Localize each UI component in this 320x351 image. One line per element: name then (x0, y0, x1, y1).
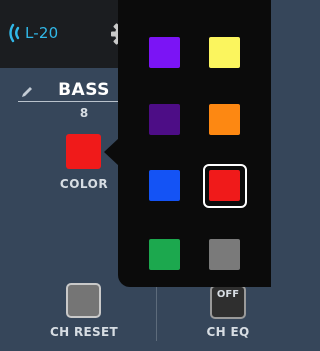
ch-eq-label: CH EQ (206, 325, 250, 339)
ch-reset-label: CH RESET (50, 325, 118, 339)
color-label: COLOR (59, 177, 109, 191)
ch-eq-state: OFF (216, 289, 240, 300)
ch-eq-button[interactable]: OFF (210, 285, 246, 319)
color-option-blue[interactable] (149, 170, 180, 201)
device-selector[interactable]: L-20 (8, 20, 58, 46)
channel-name[interactable]: BASS (40, 80, 128, 100)
divider (156, 285, 157, 341)
name-underline (18, 101, 120, 102)
device-name: L-20 (25, 24, 59, 42)
color-button[interactable] (66, 134, 101, 169)
ch-reset-button[interactable] (66, 283, 101, 318)
color-option-green[interactable] (149, 239, 180, 270)
color-picker-popover (118, 0, 271, 287)
edit-icon[interactable] (20, 85, 34, 99)
color-option-purple[interactable] (149, 37, 180, 68)
color-option-red[interactable] (209, 170, 240, 201)
channel-number: 8 (79, 106, 89, 120)
popover-pointer (104, 138, 119, 166)
color-option-dark-purple[interactable] (149, 104, 180, 135)
color-option-orange[interactable] (209, 104, 240, 135)
color-option-gray[interactable] (209, 239, 240, 270)
signal-icon (9, 23, 20, 43)
color-option-yellow[interactable] (209, 37, 240, 68)
